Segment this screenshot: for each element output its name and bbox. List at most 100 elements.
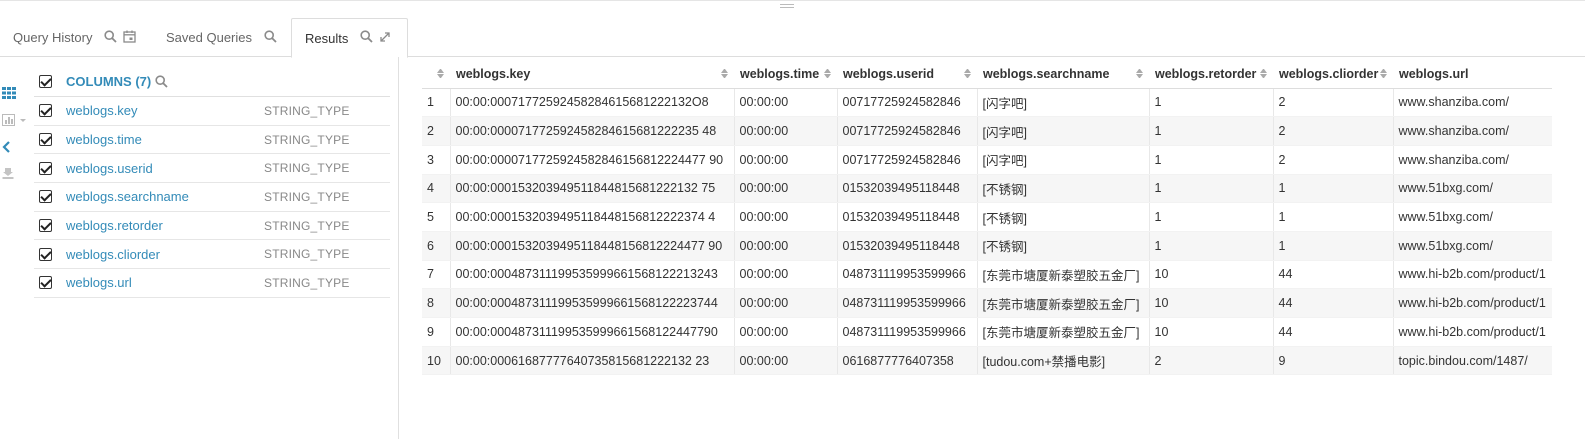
column-name-link[interactable]: weblogs.cliorder [66,247,160,262]
table-row[interactable]: 1 00:00:00071772592458284615681222132O8 00… [422,88,1552,118]
column-name-link[interactable]: weblogs.searchname [66,189,189,204]
table-cell: [闪字吧] [977,145,1150,175]
column-header[interactable]: weblogs.userid [837,60,977,89]
column-item[interactable]: weblogs.key STRING_TYPE [34,97,390,126]
sort-icon[interactable] [1380,69,1387,78]
table-cell: 00:00:00 [734,88,838,118]
sort-icon[interactable] [437,69,444,78]
column-type: STRING_TYPE [264,218,350,233]
sort-icon[interactable] [824,69,831,78]
column-item[interactable]: weblogs.cliorder STRING_TYPE [34,240,390,270]
row-number: 7 [422,260,451,290]
table-row[interactable]: 4 00:00:000153203949511844815681222132 75… [422,174,1552,204]
row-number: 8 [422,288,451,318]
table-cell: 1 [1149,202,1274,232]
column-name-link[interactable]: weblogs.userid [66,161,153,176]
column-header[interactable]: weblogs.retorder [1149,60,1273,89]
table-cell: [不锈钢] [977,174,1150,204]
search-icon[interactable] [155,74,168,88]
column-checkbox[interactable] [39,133,52,147]
column-checkbox[interactable] [39,219,52,233]
table-cell: 9 [1273,346,1394,376]
expand-icon[interactable] [379,31,391,46]
column-header-label: weblogs.searchname [983,66,1110,81]
row-number: 2 [422,116,451,146]
column-header[interactable]: weblogs.cliorder [1273,60,1393,89]
chart-view-icon[interactable] [2,114,28,129]
column-type: STRING_TYPE [264,247,350,262]
sort-icon[interactable] [1260,69,1267,78]
table-row[interactable]: 6 00:00:0001532039495118448156812224477 9… [422,231,1552,261]
tab-saved-queries-label: Saved Queries [166,30,252,45]
table-cell: 1 [1273,202,1394,232]
column-item[interactable]: weblogs.time STRING_TYPE [34,126,390,155]
table-cell: 048731119953599966 [837,317,978,347]
table-cell: 00:00:00071772592458284615681222132O8 [450,88,735,118]
select-all-checkbox[interactable] [39,74,52,88]
grid-view-icon[interactable] [2,87,16,102]
column-header[interactable]: weblogs.url [1393,60,1552,89]
column-checkbox[interactable] [39,276,52,290]
table-cell: 01532039495118448 [837,202,978,232]
column-type: STRING_TYPE [264,132,350,147]
top-rule [0,0,1585,1]
table-cell: 1 [1149,174,1274,204]
column-checkbox[interactable] [39,190,52,204]
column-header-label: weblogs.retorder [1155,66,1257,81]
column-header-label: weblogs.userid [843,66,934,81]
chevron-left-icon[interactable] [2,141,12,156]
table-cell: 10 [1149,317,1274,347]
column-item[interactable]: weblogs.url STRING_TYPE [34,269,390,298]
table-cell: 00:00:00 [734,202,838,232]
column-item[interactable]: weblogs.userid STRING_TYPE [34,154,390,184]
column-type: STRING_TYPE [264,161,350,176]
search-icon[interactable] [264,29,277,46]
table-cell: 00:00:000487311199535999661568122447790 [450,317,735,347]
column-checkbox[interactable] [39,104,52,118]
tab-query-history[interactable]: Query History [0,18,142,57]
table-row[interactable]: 10 00:00:00061687777640735815681222132 23… [422,346,1552,376]
table-row[interactable]: 2 00:00:000071772592458284615681222235 48… [422,116,1552,146]
sort-icon[interactable] [1136,69,1143,78]
table-row[interactable]: 5 00:00:0001532039495118448156812222374 4… [422,202,1552,232]
table-cell: 1 [1273,174,1394,204]
column-item[interactable]: weblogs.searchname STRING_TYPE [34,183,390,212]
table-cell: 00717725924582846 [837,145,978,175]
download-icon[interactable] [2,167,14,182]
sort-icon[interactable] [964,69,971,78]
search-icon[interactable] [104,29,118,46]
table-row[interactable]: 9 00:00:000487311199535999661568122447790… [422,317,1552,347]
resize-handle[interactable] [780,4,794,10]
table-cell: 048731119953599966 [837,260,978,290]
table-cell: 00:00:000153203949511844815681222132 75 [450,174,735,204]
tab-results[interactable]: Results [291,18,408,58]
column-header[interactable]: weblogs.searchname [977,60,1149,89]
table-cell: topic.bindou.com/1487/ [1393,346,1552,376]
column-header[interactable]: weblogs.key [450,60,734,89]
column-name-link[interactable]: weblogs.key [66,103,138,118]
column-header[interactable]: weblogs.time [734,60,837,89]
panel-divider[interactable] [398,57,399,439]
table-cell: [东莞市塘厦新泰塑胶五金厂] [977,288,1150,318]
table-row[interactable]: 8 00:00:000487311199535999661568122223744… [422,288,1552,318]
table-header-row: weblogs.key weblogs.time weblogs.userid web… [422,60,1552,89]
table-row[interactable]: 7 00:00:000487311199535999661568122213243… [422,260,1552,290]
tab-saved-queries[interactable]: Saved Queries [153,18,283,57]
calendar-icon[interactable] [123,30,137,46]
sort-icon[interactable] [721,69,728,78]
column-name-link[interactable]: weblogs.url [66,275,132,290]
row-number-header[interactable] [422,60,450,89]
column-checkbox[interactable] [39,247,52,261]
column-name-link[interactable]: weblogs.retorder [66,218,163,233]
column-type: STRING_TYPE [264,275,350,290]
table-row[interactable]: 3 00:00:0000717725924582846156812224477 9… [422,145,1552,175]
table-body: 1 00:00:00071772592458284615681222132O8 00… [422,88,1552,376]
column-item[interactable]: weblogs.retorder STRING_TYPE [34,212,390,241]
column-checkbox[interactable] [39,161,52,175]
table-cell: [不锈钢] [977,202,1150,232]
table-cell: www.shanziba.com/ [1393,88,1552,118]
search-icon[interactable] [360,30,373,46]
table-cell: 00:00:00 [734,145,838,175]
table-cell: 1 [1149,88,1274,118]
column-name-link[interactable]: weblogs.time [66,132,142,147]
